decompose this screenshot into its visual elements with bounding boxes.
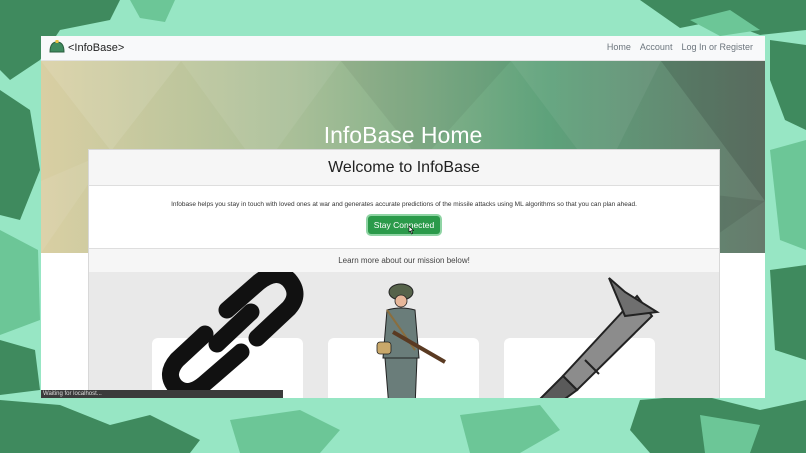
stay-connected-button[interactable]: Stay Connected [367,216,441,234]
learn-more-banner: Learn more about our mission below! [89,248,719,273]
brand[interactable]: <InfoBase> [49,40,124,56]
card-title: Welcome to InfoBase [89,150,719,186]
chain-link-icon [162,272,304,398]
nav-account-link[interactable]: Account [640,42,673,52]
mouse-pointer-icon [407,222,415,240]
nav-links: Home Account Log In or Register [607,42,753,52]
mission-section [89,272,719,398]
navbar: <InfoBase> Home Account Log In or Regist… [41,36,765,61]
nav-login-link[interactable]: Log In or Register [681,42,753,52]
missile-icon [539,277,660,398]
welcome-card: Welcome to InfoBase Infobase helps you s… [88,149,720,398]
nav-home-link[interactable]: Home [607,42,631,52]
card-description: Infobase helps you stay in touch with lo… [171,201,637,208]
browser-window: <InfoBase> Home Account Log In or Regist… [41,36,765,398]
button-row: Stay Connected [89,215,719,237]
soldier-icon [376,283,446,398]
status-bar: Waiting for localhost... [41,390,283,398]
brand-label: <InfoBase> [68,42,125,54]
hero-title: InfoBase Home [323,122,483,148]
helmet-logo-icon [49,40,68,56]
